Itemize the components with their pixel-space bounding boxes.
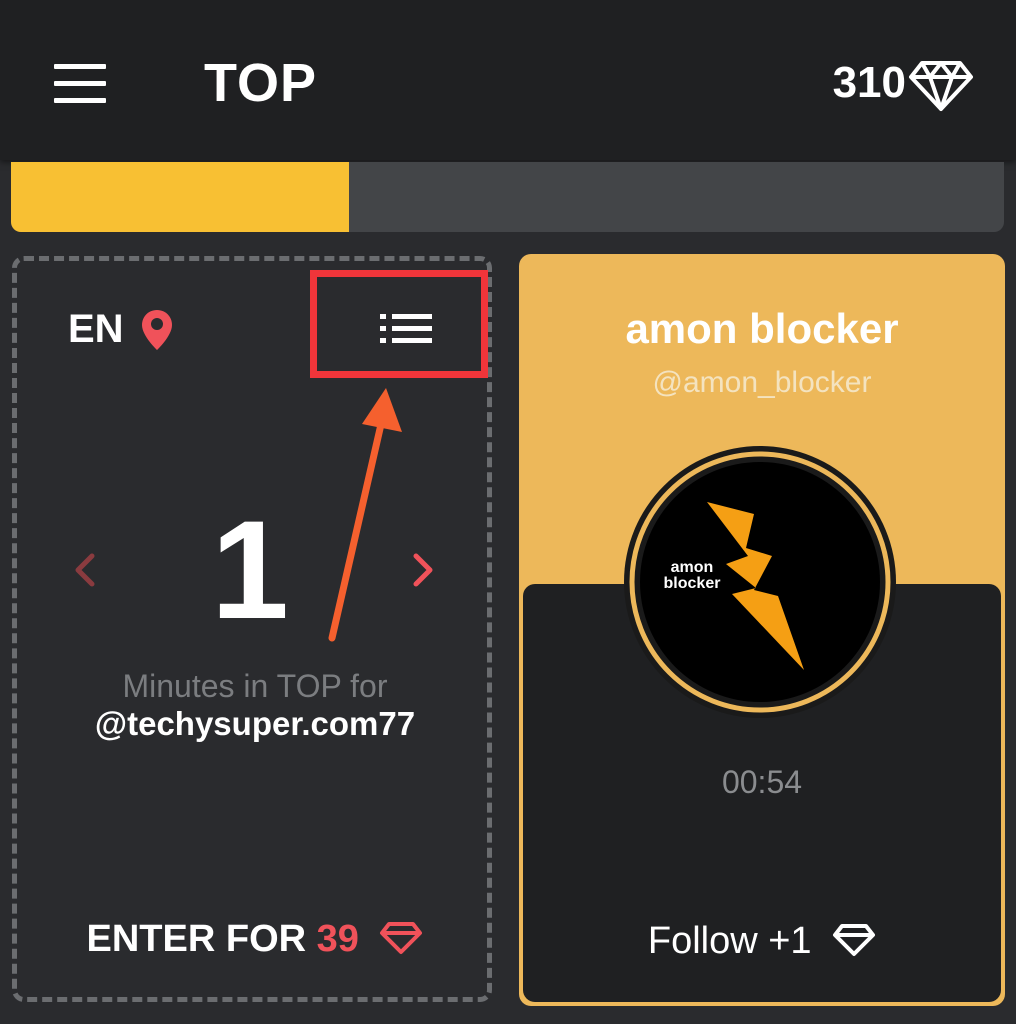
profile-handle: @amon_blocker <box>652 366 872 399</box>
enter-cost: 39 <box>316 918 359 960</box>
app-bar: TOP 310 <box>0 0 1016 160</box>
chevron-right-icon[interactable] <box>410 550 438 590</box>
enter-button[interactable]: ENTER FOR 39 <box>20 918 490 961</box>
progress-fill <box>11 162 349 232</box>
timer: 00:54 <box>721 764 803 800</box>
avatar-text: amon blocker <box>663 559 721 592</box>
follow-button[interactable]: Follow +1 <box>519 920 1005 963</box>
hamburger-menu-icon[interactable] <box>54 64 106 104</box>
language-label[interactable]: EN <box>68 307 124 352</box>
username: @techysuper.com77 <box>94 705 416 742</box>
diamond-icon <box>833 924 876 956</box>
chevron-left-icon[interactable] <box>70 550 98 590</box>
diamond-icon <box>909 61 973 111</box>
diamond-balance: 310 <box>832 58 906 107</box>
page-title: TOP <box>204 53 318 113</box>
diamond-icon <box>380 922 423 954</box>
progress-bar <box>11 162 1004 232</box>
rank-number: 1 <box>211 491 289 648</box>
list-icon[interactable] <box>380 314 432 344</box>
profile-name: amon blocker <box>625 305 899 352</box>
map-pin-icon[interactable] <box>140 308 174 352</box>
enter-label: ENTER FOR <box>86 918 307 960</box>
minutes-label: Minutes in TOP for <box>122 668 388 704</box>
follow-label: Follow +1 <box>647 920 812 962</box>
